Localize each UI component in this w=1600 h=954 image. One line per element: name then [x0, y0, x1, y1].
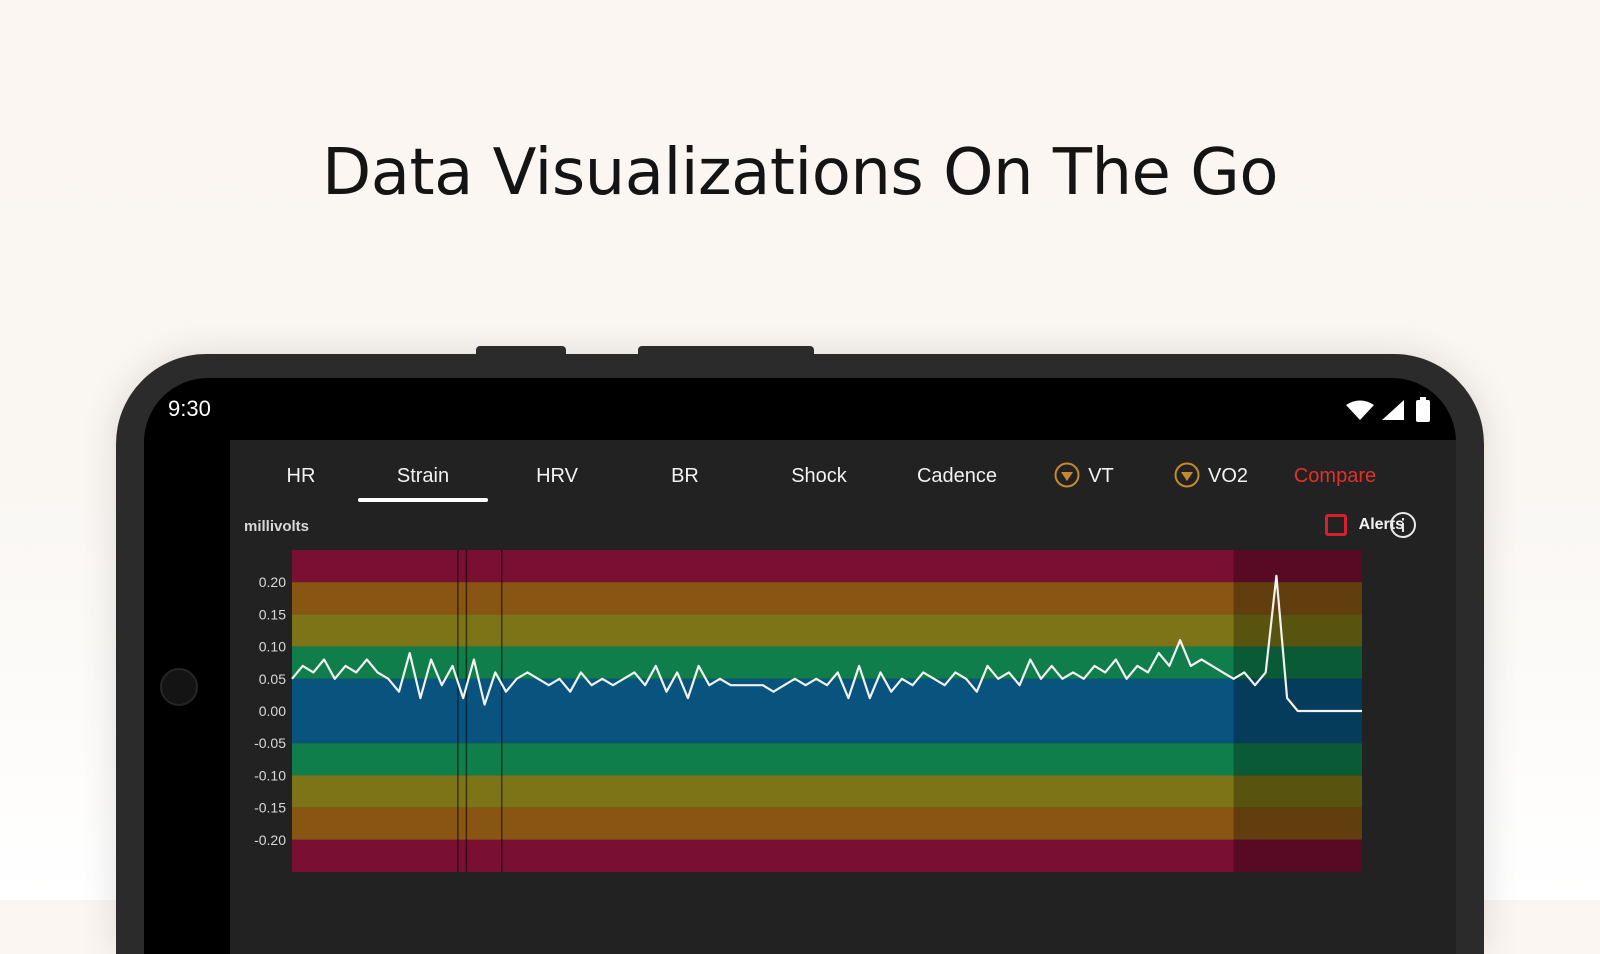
tab-label: Cadence	[916, 465, 998, 487]
premium-badge-icon	[1054, 462, 1080, 488]
info-icon[interactable]	[1388, 510, 1418, 540]
y-tick-label: 0.05	[259, 671, 286, 687]
y-tick-label: -0.10	[254, 767, 286, 783]
tab-label: Compare	[1293, 465, 1377, 487]
tab-label: VO2	[1207, 465, 1249, 487]
tab-br[interactable]: BR	[640, 462, 730, 502]
zone-band	[292, 839, 1362, 872]
tab-label: HR	[286, 465, 316, 487]
tablet-device: 9:30 HR Strain HRV BR Shock Cadence VT V…	[116, 346, 1484, 954]
y-tick-label: -0.05	[254, 735, 286, 751]
y-tick-label: 0.10	[259, 639, 286, 655]
device-screen: 9:30 HR Strain HRV BR Shock Cadence VT V…	[144, 378, 1456, 954]
tab-label: Strain	[396, 465, 450, 487]
alerts-checkbox[interactable]	[1324, 514, 1347, 536]
battery-icon	[1416, 400, 1430, 422]
power-button	[638, 346, 814, 356]
app-window: HR Strain HRV BR Shock Cadence VT VO2 Co…	[230, 440, 1456, 954]
zone-band	[292, 646, 1362, 679]
zone-band	[292, 775, 1362, 808]
wifi-icon	[1346, 400, 1374, 420]
tab-shock[interactable]: Shock	[764, 462, 874, 502]
tab-compare[interactable]: Compare	[1280, 462, 1390, 502]
cell-signal-icon	[1382, 400, 1404, 420]
status-icons	[1346, 397, 1430, 422]
tab-cadence[interactable]: Cadence	[902, 462, 1012, 502]
y-tick-label: 0.20	[259, 574, 286, 590]
zone-band	[292, 678, 1362, 744]
front-camera	[160, 668, 198, 706]
y-tick-label: -0.15	[254, 800, 286, 816]
strain-chart: 0.20 0.15 0.10 0.05 0.00 -0.05 -0.10 -0.15 -0.20	[254, 550, 1362, 872]
premium-badge-icon	[1174, 462, 1200, 488]
zone-band	[292, 582, 1362, 615]
status-time: 9:30	[168, 396, 211, 421]
headline: Data Visualizations On The Go	[322, 136, 1279, 210]
zone-band	[292, 614, 1362, 647]
y-tick-label: 0.00	[259, 703, 286, 719]
zone-band	[292, 550, 1362, 583]
tab-label: Shock	[791, 465, 847, 487]
tab-strain[interactable]: Strain	[358, 462, 488, 502]
y-tick-label: 0.15	[259, 606, 286, 622]
tab-vt[interactable]: VT	[1034, 462, 1134, 502]
tab-vo2[interactable]: VO2	[1156, 462, 1266, 502]
tab-label: BR	[671, 465, 699, 487]
tab-label: HRV	[536, 465, 578, 487]
volume-button	[476, 346, 566, 356]
y-tick-label: -0.20	[254, 832, 286, 848]
zone-band	[292, 807, 1362, 840]
tab-hrv[interactable]: HRV	[512, 462, 602, 502]
zone-band	[292, 743, 1362, 776]
tab-label: VT	[1088, 465, 1114, 487]
tab-hr[interactable]: HR	[256, 462, 346, 502]
y-unit-label: millivolts	[244, 518, 310, 535]
metric-tabs: HR Strain HRV BR Shock Cadence VT VO2 Co…	[230, 440, 1456, 510]
